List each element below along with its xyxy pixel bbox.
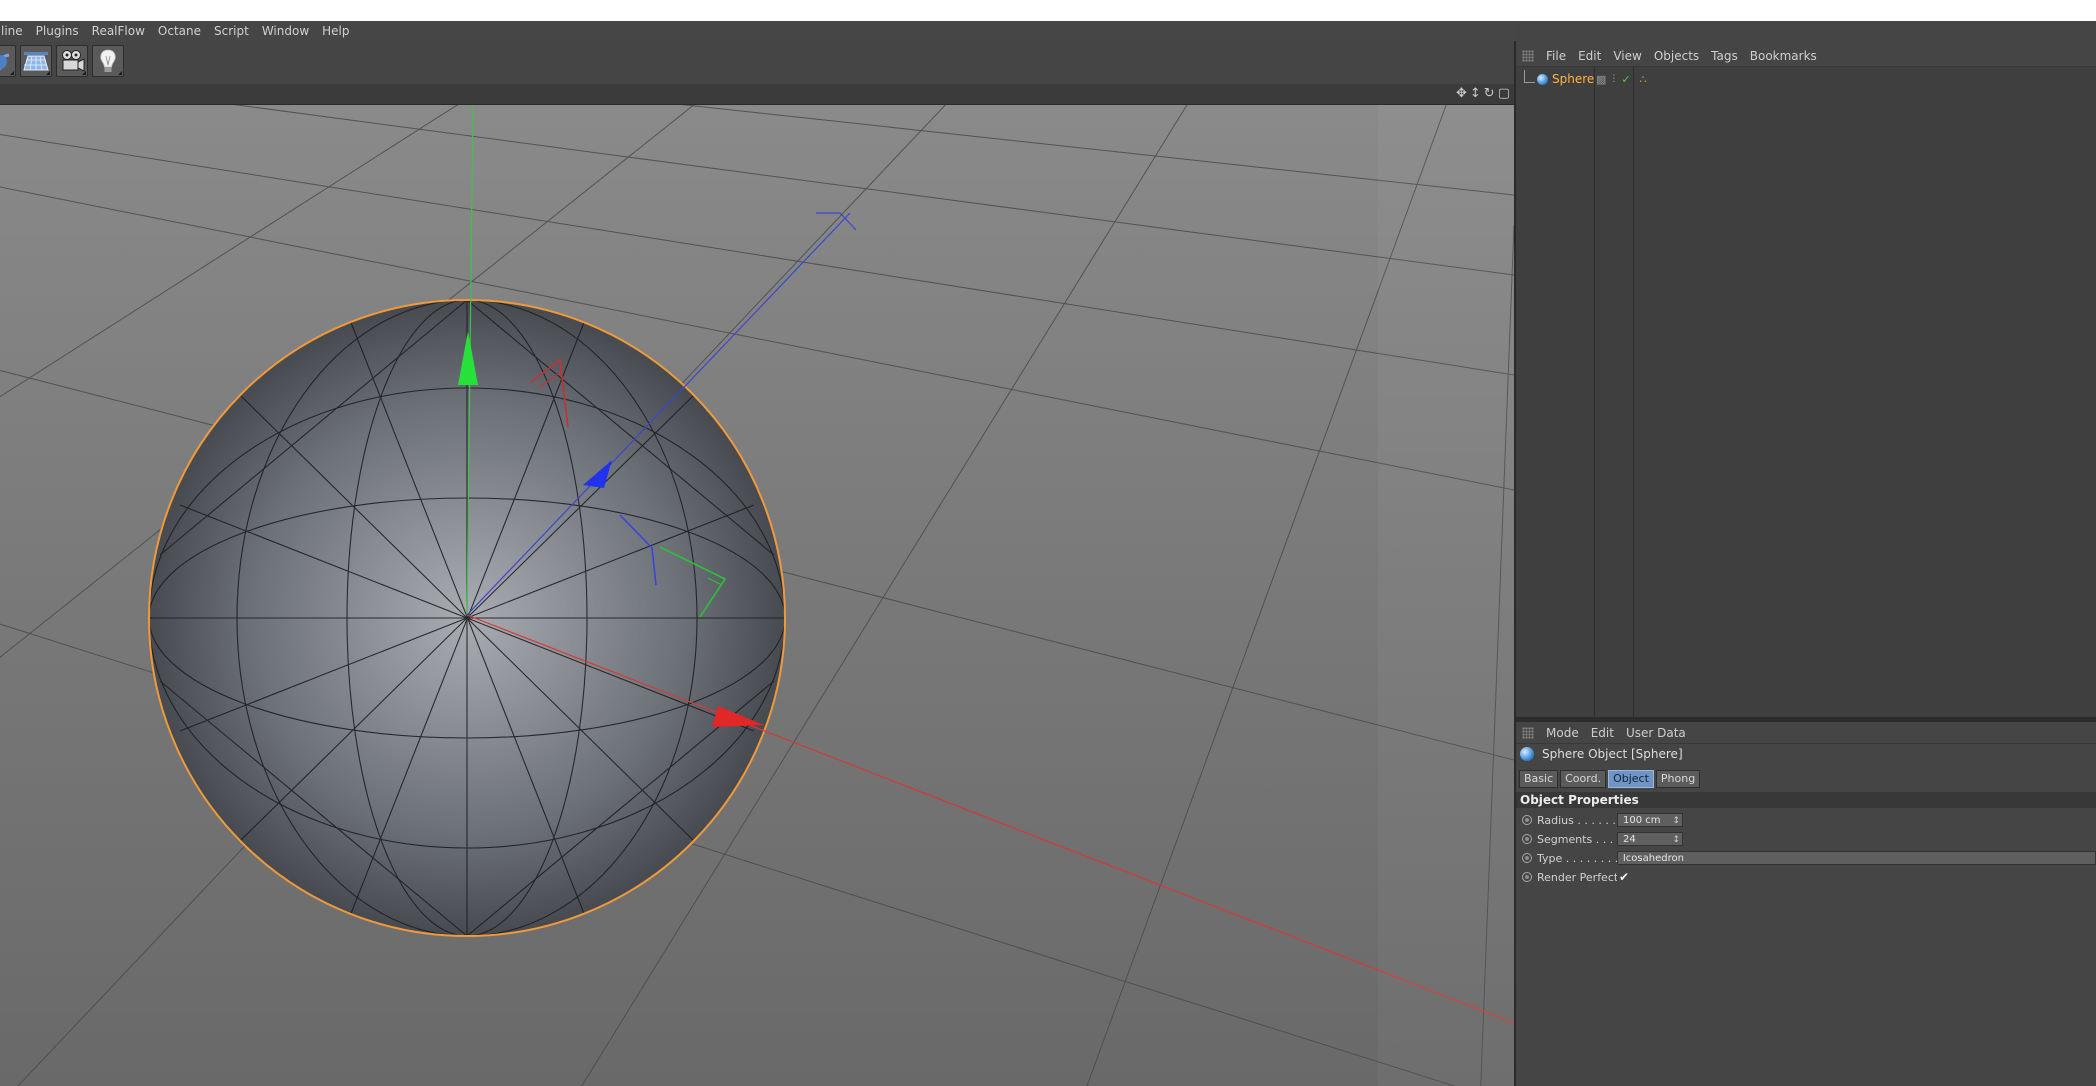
rotate-view-icon[interactable]: ↻ — [1484, 86, 1495, 101]
om-menu-objects[interactable]: Objects — [1650, 49, 1707, 63]
attribute-manager-menubar: Mode Edit User Data — [1516, 723, 2096, 744]
light-button[interactable] — [92, 45, 124, 77]
viewport-header: ✥ ↕ ↻ ▢ — [0, 84, 1516, 105]
layer-icon[interactable]: ▩ — [1596, 73, 1606, 86]
om-menu-view[interactable]: View — [1609, 49, 1649, 63]
om-column-divider — [1633, 67, 1634, 717]
viewport-scene — [0, 105, 1514, 1086]
primitive-icon — [0, 53, 10, 70]
property-radius: Radius . . . . . . 100 cm — [1516, 811, 2096, 829]
am-menu-edit[interactable]: Edit — [1587, 726, 1622, 740]
radius-label: Radius . . . . . . — [1537, 813, 1616, 827]
object-manager-menubar: File Edit View Objects Tags Bookmarks — [1516, 46, 2096, 67]
manager-divider[interactable] — [1516, 717, 2096, 722]
sphere-icon — [1537, 73, 1548, 85]
tab-coord[interactable]: Coord. — [1560, 770, 1607, 788]
sphere-object[interactable] — [149, 300, 785, 936]
zoom-view-icon[interactable]: ↕ — [1470, 86, 1481, 101]
attribute-title-text: Sphere Object [Sphere] — [1542, 747, 1683, 761]
move-view-icon[interactable]: ✥ — [1456, 86, 1467, 101]
enabled-check-icon[interactable]: ✓ — [1621, 73, 1630, 86]
tab-object[interactable]: Object — [1608, 770, 1654, 788]
tab-phong[interactable]: Phong — [1655, 770, 1701, 788]
keyframe-icon[interactable] — [1522, 834, 1532, 844]
attribute-title: Sphere Object [Sphere] — [1520, 747, 1683, 761]
type-label: Type . . . . . . . . — [1536, 851, 1617, 865]
light-bulb-icon — [100, 49, 116, 72]
panel-grip-icon[interactable] — [1522, 50, 1534, 62]
command-toolbar — [0, 41, 1516, 84]
keyframe-icon[interactable] — [1522, 853, 1532, 863]
keyframe-icon[interactable] — [1522, 872, 1532, 882]
primitive-button[interactable] — [0, 45, 16, 77]
menu-help[interactable]: Help — [316, 24, 356, 38]
property-render-perfect: Render Perfect ✔ — [1516, 868, 2096, 886]
render-perfect-checkbox[interactable]: ✔ — [1619, 870, 1629, 884]
om-column-divider — [1594, 67, 1595, 717]
sphere-icon — [1520, 747, 1534, 761]
material-tag-icon[interactable]: ∴ — [1640, 73, 1647, 86]
floor-icon — [23, 52, 49, 71]
am-menu-user-data[interactable]: User Data — [1622, 726, 1694, 740]
type-dropdown[interactable]: Icosahedron — [1616, 851, 2096, 865]
section-header: Object Properties — [1516, 792, 2096, 808]
object-manager-list[interactable]: Sphere ▩ ⋮ ✓ ∴ — [1516, 67, 2096, 717]
am-menu-mode[interactable]: Mode — [1542, 726, 1587, 740]
keyframe-icon[interactable] — [1522, 815, 1532, 825]
attribute-tabs: Basic Coord. Object Phong — [1519, 770, 1701, 788]
om-menu-edit[interactable]: Edit — [1574, 49, 1609, 63]
om-menu-file[interactable]: File — [1542, 49, 1574, 63]
menu-window[interactable]: Window — [256, 24, 316, 38]
om-menu-tags[interactable]: Tags — [1707, 49, 1746, 63]
right-panel: File Edit View Objects Tags Bookmarks Sp… — [1516, 41, 2096, 1086]
segments-label: Segments . . . . — [1537, 832, 1617, 846]
render-perfect-label: Render Perfect — [1537, 870, 1617, 884]
menu-pipeline[interactable]: line — [0, 24, 30, 38]
visibility-dots-icon[interactable]: ⋮ — [1609, 74, 1618, 84]
main-menubar: line Plugins RealFlow Octane Script Wind… — [0, 21, 1516, 41]
3d-viewport[interactable] — [0, 105, 1514, 1086]
window-title-bar — [0, 0, 2096, 21]
object-name[interactable]: Sphere — [1552, 72, 1596, 86]
om-menu-bookmarks[interactable]: Bookmarks — [1746, 49, 1825, 63]
camera-button[interactable] — [56, 45, 88, 77]
menu-script[interactable]: Script — [208, 24, 256, 38]
toggle-view-icon[interactable]: ▢ — [1498, 86, 1510, 101]
floor-button[interactable] — [20, 45, 52, 77]
camera-icon — [62, 50, 85, 72]
segments-field[interactable]: 24 — [1617, 832, 1683, 847]
menu-realflow[interactable]: RealFlow — [86, 24, 152, 38]
object-row-sphere[interactable]: Sphere ▩ ⋮ ✓ ∴ — [1516, 69, 2096, 87]
menu-octane[interactable]: Octane — [152, 24, 208, 38]
tab-basic[interactable]: Basic — [1519, 770, 1559, 788]
property-type: Type . . . . . . . . Icosahedron — [1516, 849, 2096, 867]
panel-grip-icon[interactable] — [1522, 727, 1534, 739]
tree-connector — [1524, 69, 1535, 83]
menu-plugins[interactable]: Plugins — [30, 24, 86, 38]
viewport-nav-icons: ✥ ↕ ↻ ▢ — [1456, 86, 1510, 101]
property-segments: Segments . . . . 24 — [1516, 830, 2096, 848]
radius-field[interactable]: 100 cm — [1617, 813, 1683, 828]
